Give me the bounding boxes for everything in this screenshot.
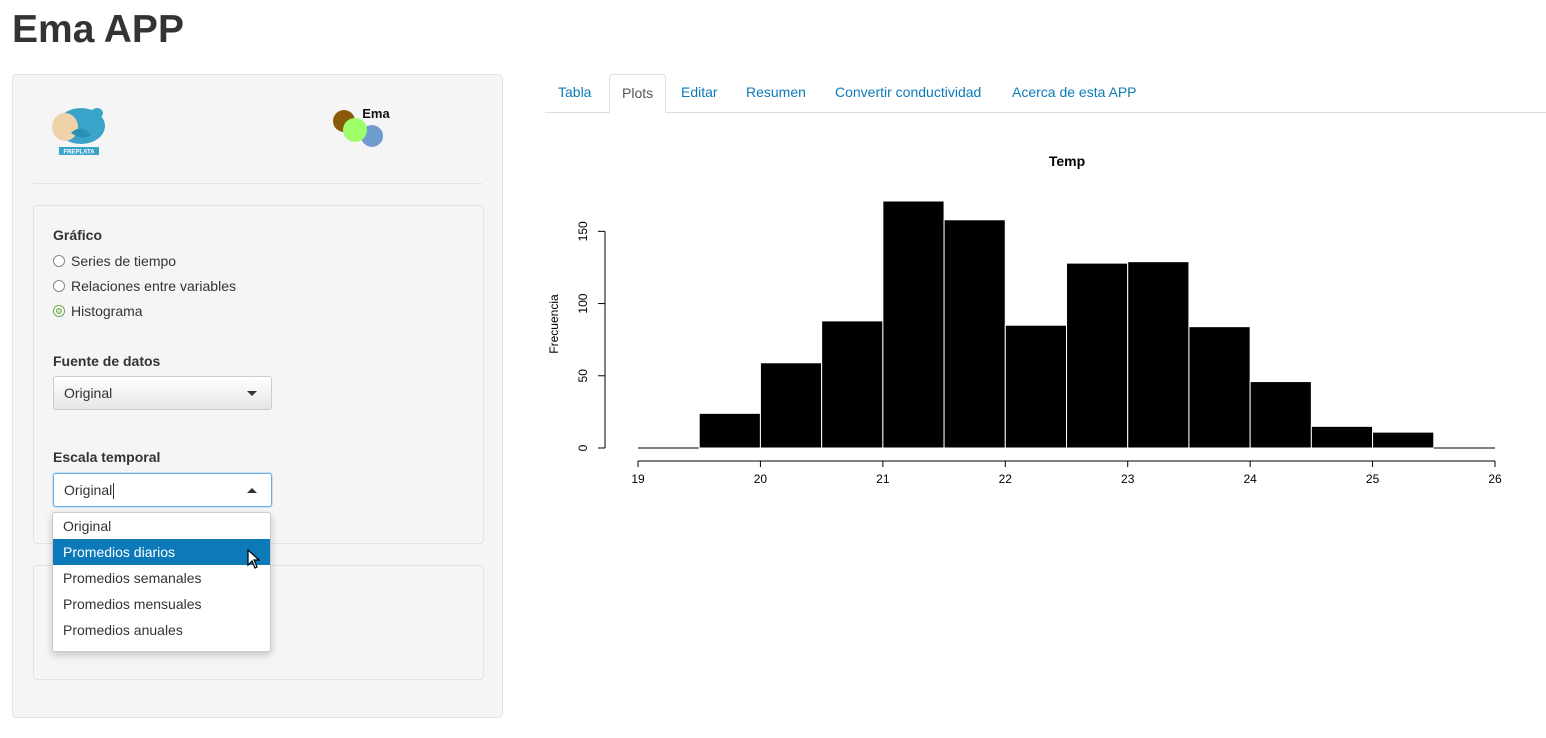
x-tick-label: 25 [1366, 472, 1380, 486]
radio-relaciones-entre-variables[interactable]: Relaciones entre variables [53, 276, 236, 296]
histogram-bar [1127, 261, 1190, 449]
mouse-pointer-icon [247, 549, 261, 569]
tab-convertir-conductividad[interactable]: Convertir conductividad [822, 74, 994, 112]
histogram-bar [1188, 326, 1251, 449]
escala-dropdown-menu: Original Promedios diarios Promedios sem… [52, 512, 271, 652]
tab-tabla[interactable]: Tabla [545, 74, 604, 112]
radio-histograma[interactable]: Histograma [53, 301, 143, 321]
controls-panel: Gráfico Series de tiempo Relaciones entr… [33, 205, 484, 544]
x-tick-label: 23 [1121, 472, 1135, 486]
escala-select-value: Original [64, 482, 113, 498]
app-title: Ema APP [12, 8, 184, 51]
x-tick-label: 19 [631, 472, 645, 486]
ema-logo: Ema [333, 106, 390, 147]
radio-label: Histograma [71, 303, 143, 319]
tab-resumen[interactable]: Resumen [733, 74, 819, 112]
y-tick-label: 0 [576, 444, 590, 451]
fuente-select-value: Original [64, 385, 113, 401]
text-cursor [113, 483, 115, 500]
x-tick-label: 22 [999, 472, 1013, 486]
histogram-bar [1066, 262, 1129, 449]
chart-title: Temp [1049, 153, 1085, 169]
x-tick-label: 20 [754, 472, 768, 486]
x-tick-label: 21 [876, 472, 890, 486]
escala-select[interactable]: Original [53, 473, 272, 507]
radio-label: Series de tiempo [71, 253, 177, 269]
y-tick-label: 150 [576, 221, 590, 241]
dropdown-option-promedios-mensuales[interactable]: Promedios mensuales [53, 591, 270, 617]
tab-acerca-de-esta-app[interactable]: Acerca de esta APP [999, 74, 1150, 112]
y-axis-label: Frecuencia [547, 294, 561, 354]
histogram-bar [1372, 431, 1435, 449]
ema-logo-text: Ema [362, 106, 390, 121]
radio-label: Relaciones entre variables [71, 278, 236, 294]
radio-circle[interactable] [53, 280, 65, 292]
dropdown-option-promedios-diarios[interactable]: Promedios diarios [53, 539, 270, 565]
radio-series-de-tiempo[interactable]: Series de tiempo [53, 251, 176, 271]
radio-circle[interactable] [53, 255, 65, 267]
escala-label: Escala temporal [53, 449, 161, 465]
histogram-bar [698, 412, 761, 449]
x-tick-label: 24 [1243, 472, 1257, 486]
histogram-bar [1310, 425, 1374, 449]
freplata-logo-text: FREPLATA [63, 150, 95, 156]
chevron-down-icon [247, 391, 257, 396]
histogram-bar [943, 219, 1006, 449]
radio-circle-selected[interactable] [53, 305, 65, 317]
fuente-label: Fuente de datos [53, 353, 161, 369]
tab-editar[interactable]: Editar [668, 74, 731, 112]
y-tick-label: 100 [576, 293, 590, 313]
histogram-chart: Temp Frecuencia 19 20 21 22 23 24 25 26 0 50 100 15… [547, 153, 1502, 486]
tab-bar: Tabla Plots Editar Resumen Convertir con… [545, 74, 1546, 113]
freplata-logo: FREPLATA [52, 108, 105, 156]
grafico-label: Gráfico [53, 227, 103, 243]
dropdown-option-promedios-anuales[interactable]: Promedios anuales [53, 617, 270, 643]
histogram-bar [882, 200, 945, 449]
y-tick-label: 50 [576, 369, 590, 383]
histogram-bar [1004, 324, 1067, 449]
chevron-up-icon [247, 488, 257, 493]
x-tick-label: 26 [1488, 472, 1502, 486]
histogram-bar [1249, 381, 1312, 449]
histogram-bar [759, 362, 823, 449]
sidebar-divider [33, 183, 482, 184]
dropdown-option-original[interactable]: Original [53, 513, 270, 539]
histogram-bar [821, 320, 884, 449]
fuente-select[interactable]: Original [53, 376, 272, 410]
tab-plots[interactable]: Plots [609, 74, 667, 113]
dropdown-option-promedios-semanales[interactable]: Promedios semanales [53, 565, 270, 591]
